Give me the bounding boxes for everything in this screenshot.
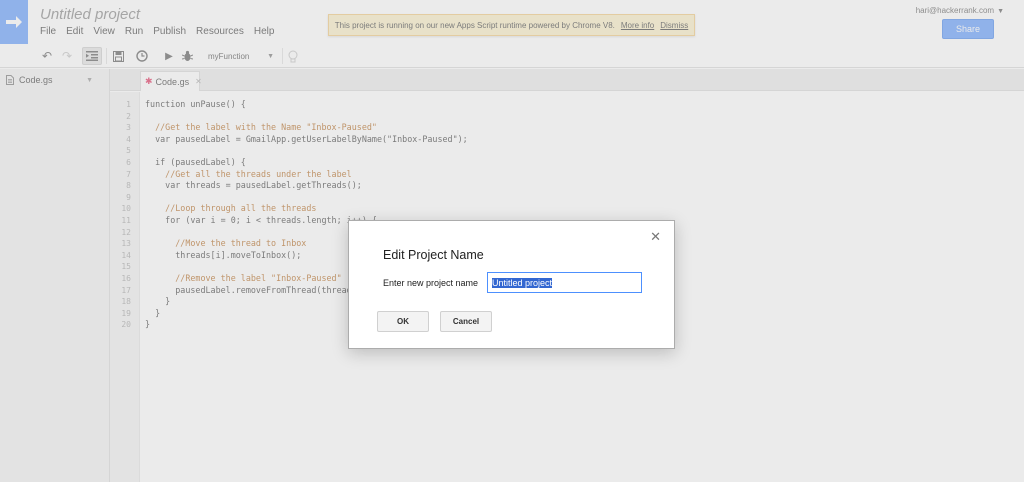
ok-button[interactable]: OK xyxy=(377,311,429,332)
edit-project-name-dialog: ✕ Edit Project Name Enter new project na… xyxy=(348,220,675,349)
dialog-title: Edit Project Name xyxy=(383,248,484,262)
project-name-label: Enter new project name xyxy=(383,278,479,288)
cancel-button[interactable]: Cancel xyxy=(440,311,492,332)
project-name-input[interactable] xyxy=(487,272,642,293)
close-icon[interactable]: ✕ xyxy=(650,229,661,245)
